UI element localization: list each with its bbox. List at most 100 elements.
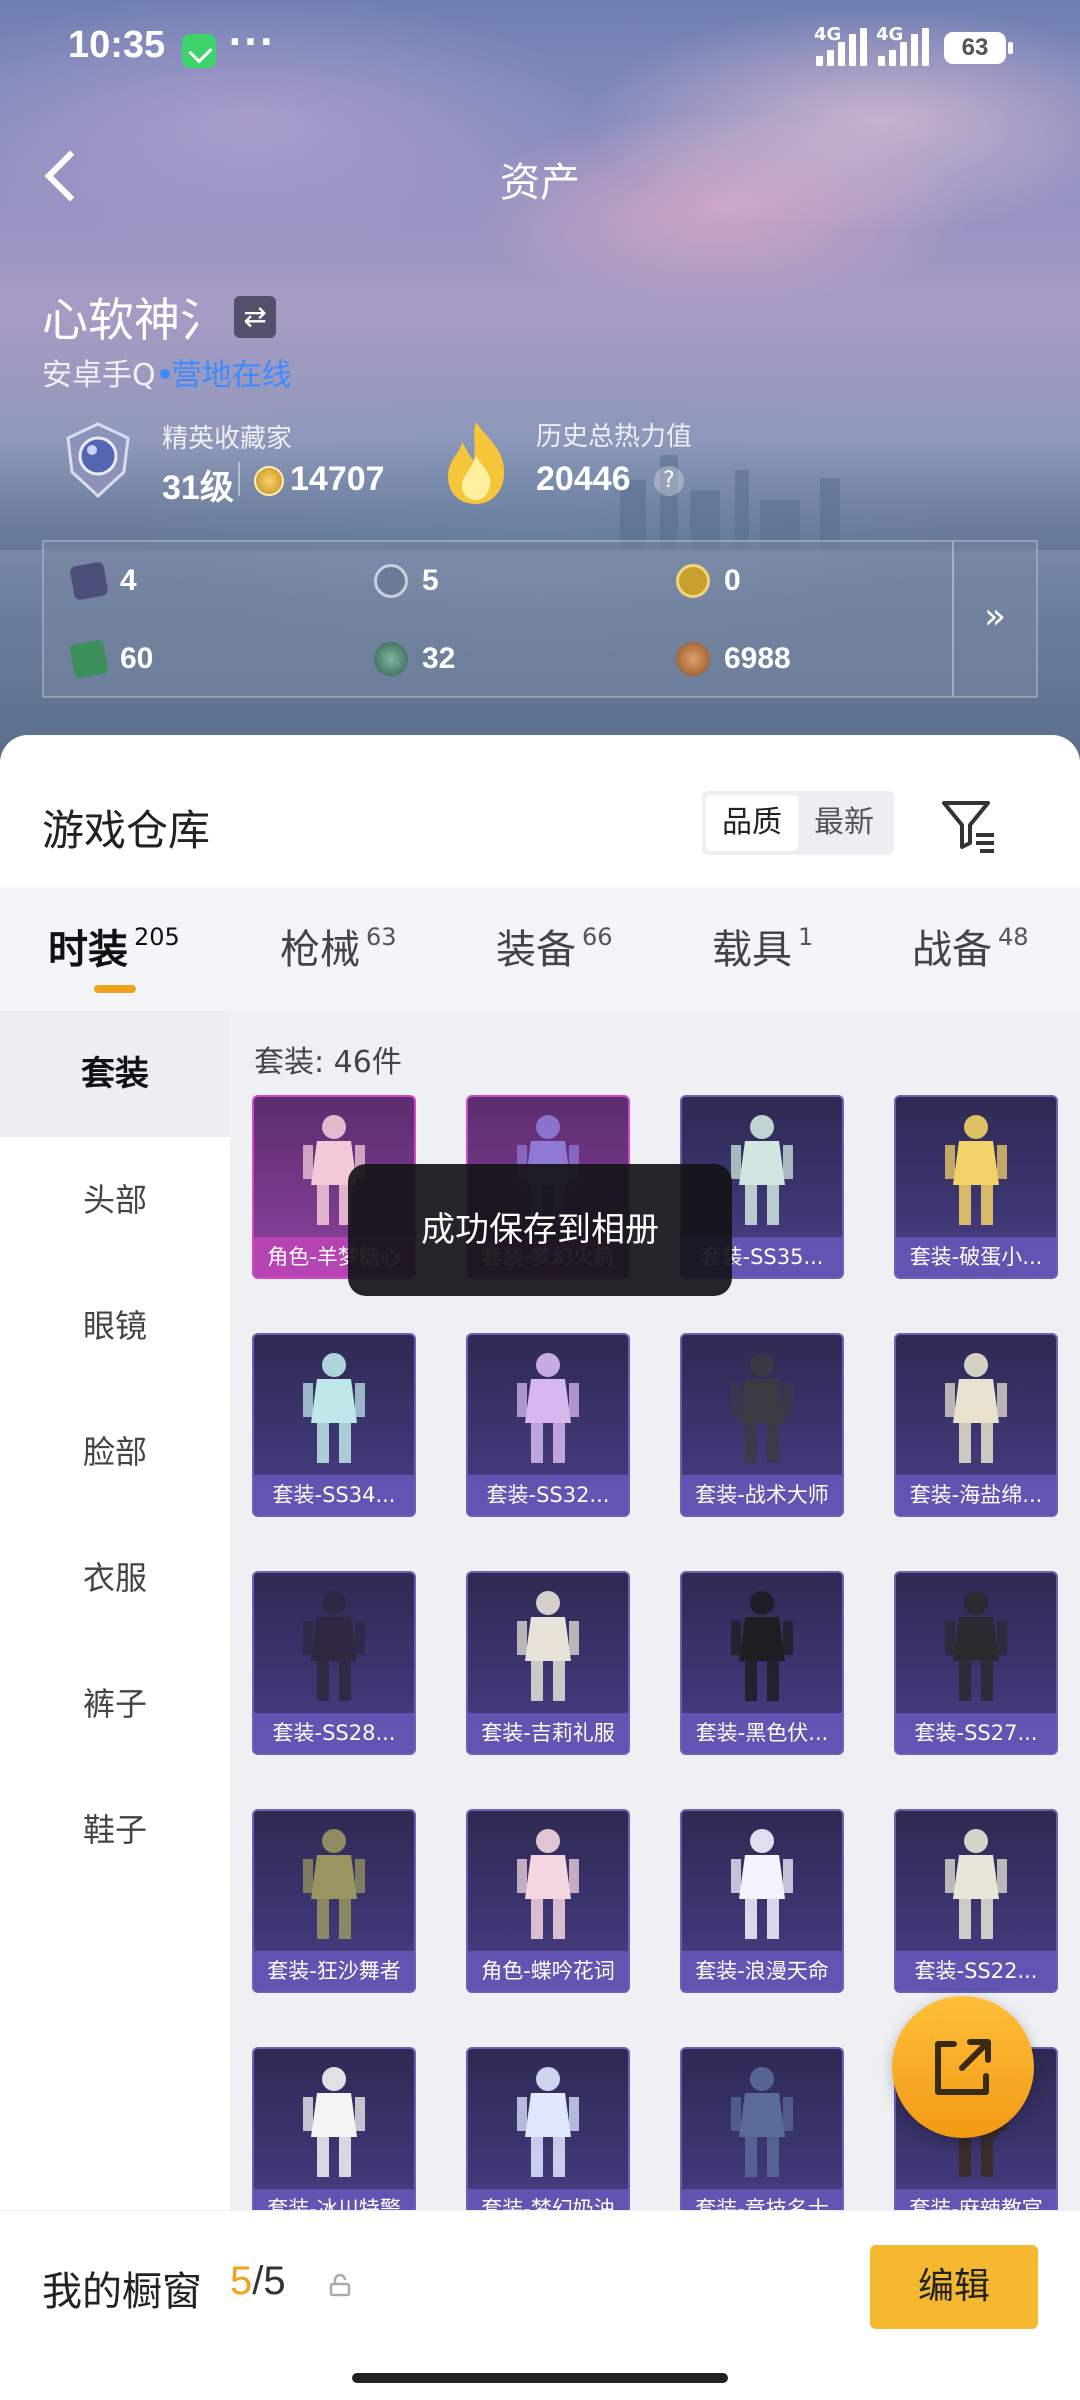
tab-vehicles[interactable]: 载具 1: [712, 917, 813, 975]
collector-level: 31级: [162, 469, 234, 507]
resource-item[interactable]: 6988: [676, 642, 791, 676]
item-card[interactable]: 套装-狂沙舞者: [252, 1809, 416, 1993]
item-card-label: 套装-海盐绵...: [896, 1475, 1056, 1515]
status-bar: 10:35 ··· 4G 4G 63: [0, 0, 1080, 100]
filter-icon[interactable]: [938, 795, 998, 855]
sort-quality-button[interactable]: 品质: [706, 795, 798, 851]
item-card[interactable]: 套装-战术大师: [680, 1333, 844, 1517]
outfit-thumbnail-icon: [731, 1591, 793, 1701]
bronze-token-icon: [676, 642, 710, 676]
item-card[interactable]: 套装-SS32...: [466, 1333, 630, 1517]
signal-icon: 4G: [814, 24, 870, 66]
divider: [238, 462, 240, 496]
outfit-thumbnail-icon: [945, 1591, 1007, 1701]
edit-button[interactable]: 编辑: [870, 2245, 1038, 2329]
sidebar: 套装 头部 眼镜 脸部 衣服 裤子 鞋子: [0, 1011, 230, 2211]
sidebar-item-pants[interactable]: 裤子: [0, 1641, 230, 1767]
home-indicator: [352, 2373, 728, 2383]
collector-label: 精英收藏家: [162, 424, 293, 454]
outfit-thumbnail-icon: [303, 1353, 365, 1463]
item-card[interactable]: 套装-SS27...: [894, 1571, 1058, 1755]
outfit-thumbnail-icon: [945, 1353, 1007, 1463]
outfit-thumbnail-icon: [517, 2067, 579, 2177]
outfit-thumbnail-icon: [303, 1591, 365, 1701]
more-resources-button[interactable]: »: [952, 542, 1036, 696]
collector-medal-icon: [66, 422, 130, 499]
item-card[interactable]: 套装-冰川特警: [252, 2047, 416, 2231]
card-ticket-icon: [69, 561, 109, 601]
warehouse-sheet: 游戏仓库 品质 最新 时装 205 枪械 63 装备 66 载具 1 战备 48 套装 头…: [0, 735, 1080, 2400]
collector-points-icon: [254, 466, 284, 496]
sidebar-item-head[interactable]: 头部: [0, 1137, 230, 1263]
phone-call-icon: [182, 34, 216, 68]
grid-count: 套装: 46件: [254, 1045, 402, 1080]
item-card[interactable]: 套装-浪漫天命: [680, 1809, 844, 1993]
resource-value: 60: [120, 642, 154, 675]
item-card[interactable]: 角色-蝶吟花词: [466, 1809, 630, 1993]
item-card[interactable]: 套装-SS28...: [252, 1571, 416, 1755]
tab-weapons[interactable]: 枪械 63: [280, 917, 397, 975]
help-icon[interactable]: ?: [654, 466, 684, 496]
item-card-label: 套装-SS28...: [254, 1713, 414, 1753]
outfit-thumbnail-icon: [303, 1829, 365, 1939]
heat-value: 20446: [536, 460, 631, 498]
tab-indicator: [94, 985, 136, 993]
sidebar-item-clothes[interactable]: 衣服: [0, 1515, 230, 1641]
switch-account-button[interactable]: ⇄: [234, 296, 276, 338]
sidebar-item-glasses[interactable]: 眼镜: [0, 1263, 230, 1389]
gold-token-icon: [676, 564, 710, 598]
tab-fashion[interactable]: 时装 205: [48, 917, 180, 975]
resource-item[interactable]: 5: [374, 564, 439, 598]
item-card[interactable]: 套装-吉莉礼服: [466, 1571, 630, 1755]
tab-equipment[interactable]: 装备 66: [496, 917, 613, 975]
silver-coin-icon: [374, 564, 408, 598]
heat-label: 历史总热力值: [536, 422, 693, 452]
item-card[interactable]: 套装-SS22...: [894, 1809, 1058, 1993]
page-title: 资产: [500, 160, 580, 206]
sort-latest-button[interactable]: 最新: [798, 795, 890, 851]
item-card[interactable]: 套装-海盐绵...: [894, 1333, 1058, 1517]
sidebar-item-face[interactable]: 脸部: [0, 1389, 230, 1515]
item-card[interactable]: 套装-梦幻奶油: [466, 2047, 630, 2231]
item-card-label: 套装-SS22...: [896, 1951, 1056, 1991]
share-button[interactable]: [892, 1996, 1034, 2138]
online-status[interactable]: 营地在线: [172, 358, 292, 393]
outfit-thumbnail-icon: [517, 1829, 579, 1939]
lock-icon: [329, 2273, 351, 2297]
resource-item[interactable]: 60: [69, 639, 154, 679]
tab-supplies[interactable]: 战备 48: [912, 917, 1029, 975]
item-card-label: 套装-吉莉礼服: [468, 1713, 628, 1753]
outfit-thumbnail-icon: [731, 2067, 793, 2177]
sidebar-item-suits[interactable]: 套装: [0, 1011, 230, 1137]
resource-value: 0: [724, 564, 741, 597]
item-card-label: 套装-黑色伏...: [682, 1713, 842, 1753]
outfit-thumbnail-icon: [945, 1829, 1007, 1939]
green-orb-icon: [374, 642, 408, 676]
resource-value: 5: [422, 564, 439, 597]
item-card[interactable]: 套装-SS34...: [252, 1333, 416, 1517]
item-card[interactable]: 套装-竞技名士: [680, 2047, 844, 2231]
category-tabs: 时装 205 枪械 63 装备 66 载具 1 战备 48: [0, 887, 1080, 1011]
sidebar-item-shoes[interactable]: 鞋子: [0, 1767, 230, 1893]
status-time: 10:35: [68, 24, 166, 66]
username: 心软神氵: [42, 293, 226, 347]
resource-value: 4: [120, 564, 137, 597]
resource-value: 32: [422, 642, 456, 675]
item-card-label: 套装-战术大师: [682, 1475, 842, 1515]
showcase-label: 我的橱窗: [42, 2269, 202, 2315]
item-card-label: 套装-破蛋小...: [896, 1237, 1056, 1277]
platform-label: 安卓手Q: [42, 358, 156, 393]
showcase-bar: 我的橱窗 5/5 编辑: [0, 2210, 1080, 2400]
item-card[interactable]: 套装-黑色伏...: [680, 1571, 844, 1755]
resource-item[interactable]: 4: [69, 561, 137, 601]
resource-item[interactable]: 0: [676, 564, 741, 598]
resource-item[interactable]: 32: [374, 642, 455, 676]
resource-value: 6988: [724, 642, 791, 675]
showcase-count: 5/5: [230, 2259, 286, 2303]
outfit-thumbnail-icon: [945, 1115, 1007, 1225]
outfit-thumbnail-icon: [517, 1353, 579, 1463]
item-card[interactable]: 套装-破蛋小...: [894, 1095, 1058, 1279]
sort-toggle: 品质 最新: [702, 791, 894, 855]
item-card-label: 套装-狂沙舞者: [254, 1951, 414, 1991]
green-voucher-icon: [69, 639, 109, 679]
